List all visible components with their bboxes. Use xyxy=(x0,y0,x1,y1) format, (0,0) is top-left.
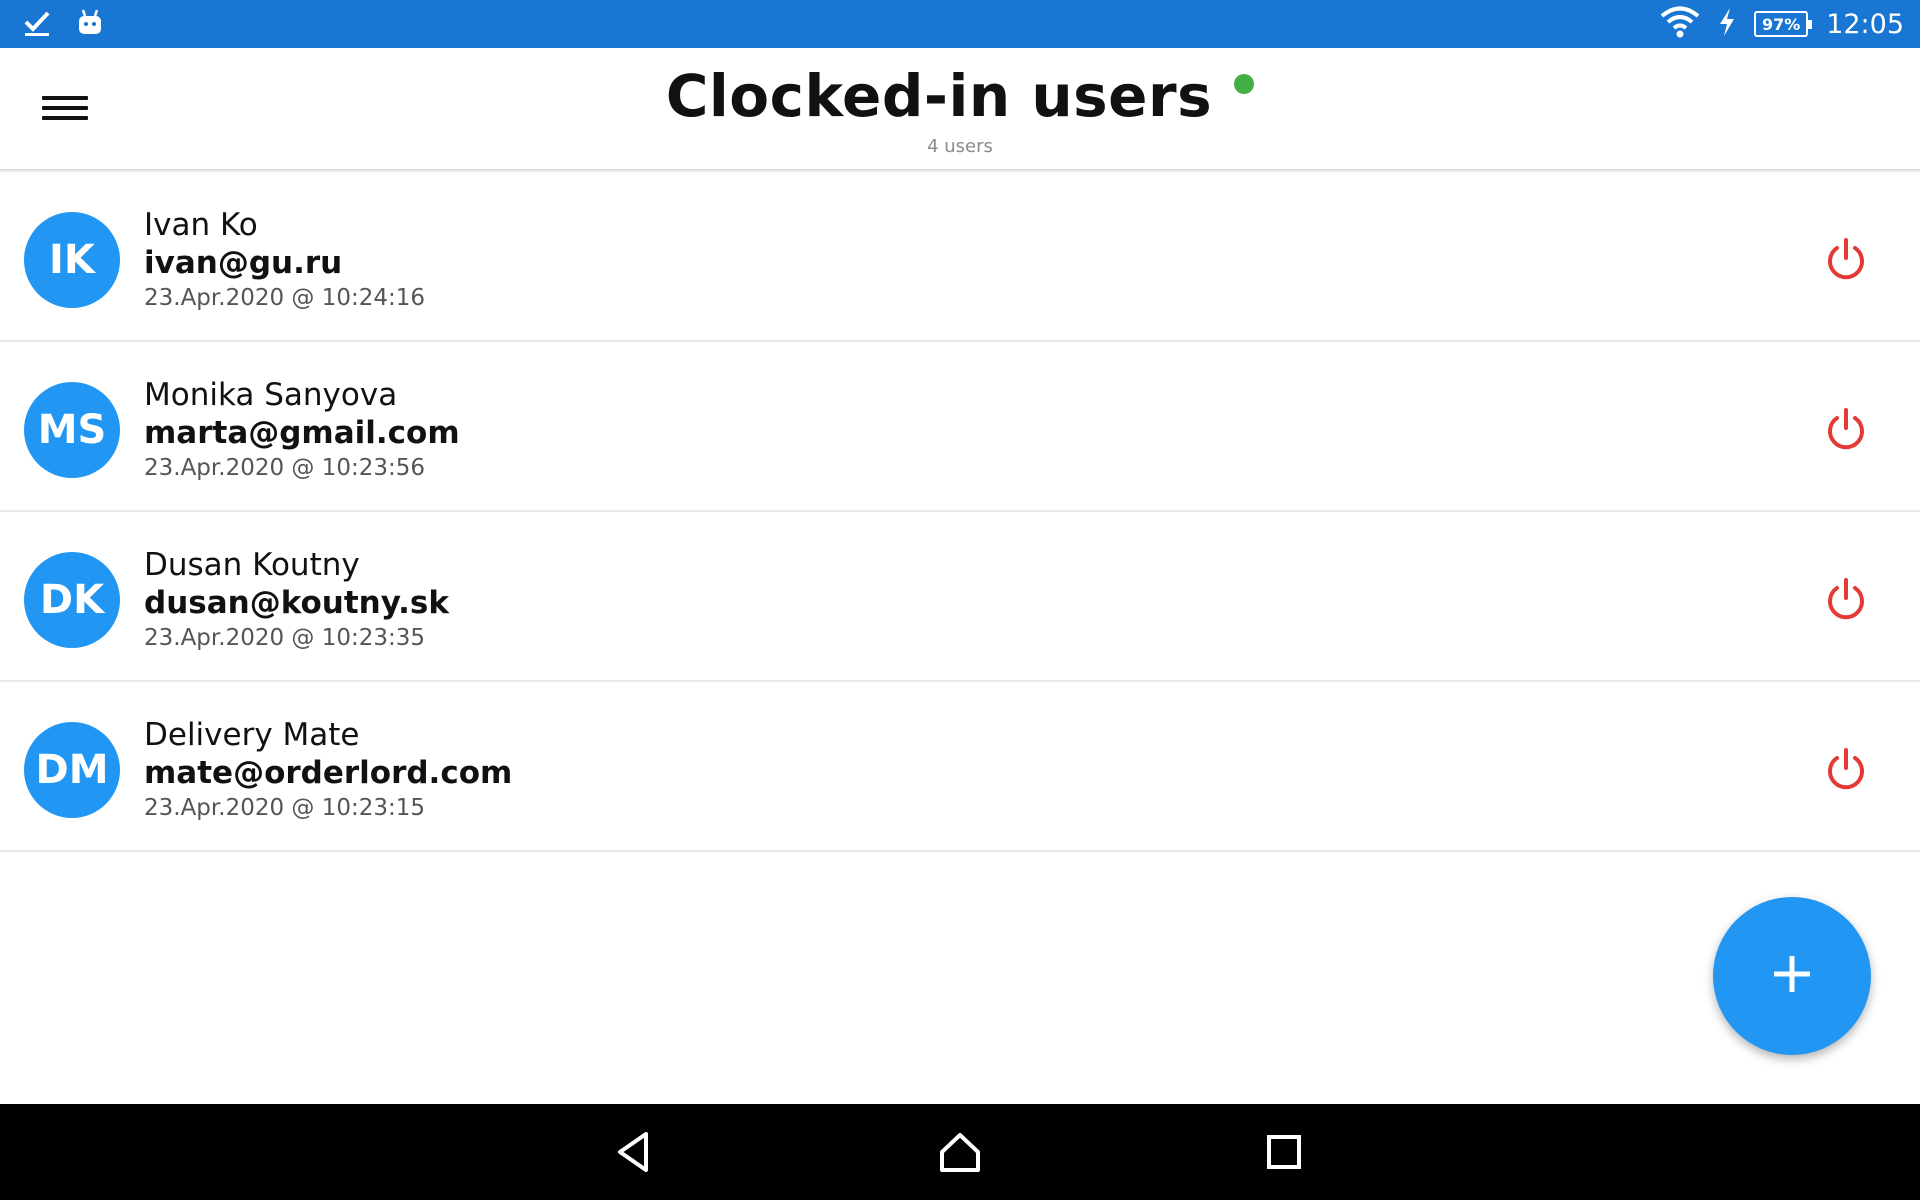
clock-in-time: 23.Apr.2020 @ 10:23:56 xyxy=(144,455,426,481)
list-item[interactable]: DM Delivery Mate mate@orderlord.com 23.A… xyxy=(0,682,1920,852)
user-name: Dusan Koutny xyxy=(144,547,360,583)
list-item[interactable]: IK Ivan Ko ivan@gu.ru 23.Apr.2020 @ 10:2… xyxy=(0,172,1920,342)
check-icon xyxy=(22,8,52,42)
clock-in-time: 23.Apr.2020 @ 10:23:15 xyxy=(144,795,426,821)
screen: 97% 12:05 Clocked-in users 4 users IK Iv… xyxy=(0,0,1920,1200)
title-wrap: Clocked-in users xyxy=(0,62,1920,130)
back-icon[interactable] xyxy=(610,1126,662,1178)
page-title: Clocked-in users xyxy=(665,62,1213,130)
user-name: Ivan Ko xyxy=(144,207,258,243)
list-item[interactable]: MS Monika Sanyova marta@gmail.com 23.Apr… xyxy=(0,342,1920,512)
wifi-icon xyxy=(1660,5,1700,43)
user-info: Delivery Mate mate@orderlord.com 23.Apr.… xyxy=(144,716,512,824)
home-icon[interactable] xyxy=(934,1126,986,1178)
user-info: Monika Sanyova marta@gmail.com 23.Apr.20… xyxy=(144,376,460,484)
power-icon[interactable] xyxy=(1822,746,1870,794)
user-email: dusan@koutny.sk xyxy=(144,585,449,621)
avatar: MS xyxy=(24,382,120,478)
user-email: ivan@gu.ru xyxy=(144,245,343,281)
android-icon xyxy=(76,8,104,42)
notification-icons xyxy=(22,8,104,42)
power-icon[interactable] xyxy=(1822,236,1870,284)
user-email: marta@gmail.com xyxy=(144,415,460,451)
user-name: Delivery Mate xyxy=(144,717,360,753)
clock-in-time: 23.Apr.2020 @ 10:24:16 xyxy=(144,285,426,311)
charging-icon xyxy=(1718,7,1736,41)
user-list: IK Ivan Ko ivan@gu.ru 23.Apr.2020 @ 10:2… xyxy=(0,172,1920,852)
navigation-bar xyxy=(0,1104,1920,1200)
status-bar: 97% 12:05 xyxy=(0,0,1920,48)
user-count: 4 users xyxy=(927,136,993,157)
battery-icon: 97% xyxy=(1754,11,1813,37)
user-info: Ivan Ko ivan@gu.ru 23.Apr.2020 @ 10:24:1… xyxy=(144,206,425,314)
add-user-button[interactable] xyxy=(1713,897,1871,1055)
user-info: Dusan Koutny dusan@koutny.sk 23.Apr.2020… xyxy=(144,546,449,654)
avatar: DK xyxy=(24,552,120,648)
list-item[interactable]: DK Dusan Koutny dusan@koutny.sk 23.Apr.2… xyxy=(0,512,1920,682)
app-bar: Clocked-in users 4 users xyxy=(0,48,1920,170)
recents-icon[interactable] xyxy=(1258,1126,1310,1178)
avatar: DM xyxy=(24,722,120,818)
clock-in-time: 23.Apr.2020 @ 10:23:35 xyxy=(144,625,426,651)
user-email: mate@orderlord.com xyxy=(144,755,513,791)
online-status-indicator xyxy=(1234,74,1255,94)
avatar: IK xyxy=(24,212,120,308)
power-icon[interactable] xyxy=(1822,406,1870,454)
system-icons: 97% 12:05 xyxy=(1660,0,1904,48)
plus-icon xyxy=(1770,952,1814,1000)
power-icon[interactable] xyxy=(1822,576,1870,624)
user-name: Monika Sanyova xyxy=(144,377,398,413)
status-time: 12:05 xyxy=(1826,8,1904,40)
